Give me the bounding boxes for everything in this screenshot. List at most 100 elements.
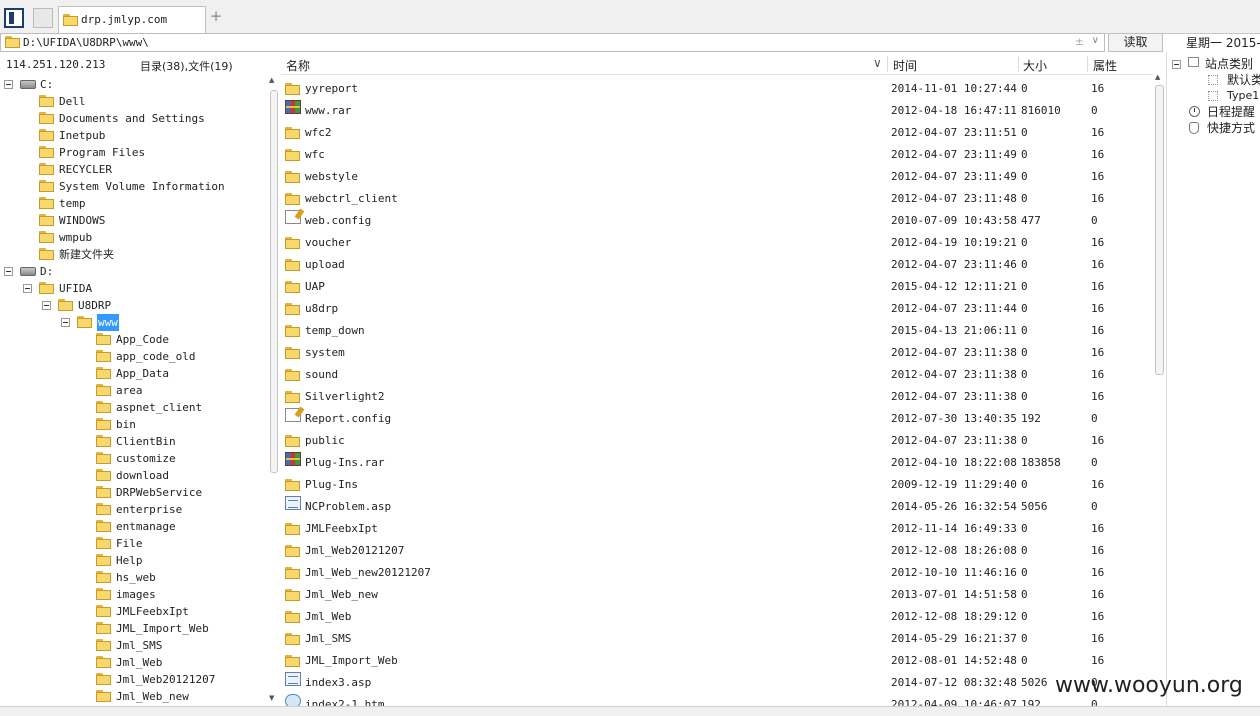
- clock-icon: [1189, 106, 1200, 117]
- table-row[interactable]: webctrl_client 2012-04-07 23:11:48 0 16: [281, 188, 1153, 210]
- cell-name: www.rar: [305, 104, 352, 117]
- scroll-up-icon[interactable]: ▲: [1155, 73, 1160, 81]
- cell-time: 2012-04-10 18:22:08: [891, 456, 1017, 469]
- tree-scrollbar[interactable]: ▲ ▼: [268, 76, 280, 706]
- sort-chevron-icon[interactable]: ∨: [873, 56, 882, 70]
- type1-label: Type1: [1227, 89, 1260, 102]
- rar-icon: [285, 100, 301, 114]
- column-size[interactable]: 大小: [1023, 57, 1047, 74]
- cell-attr: 16: [1091, 390, 1105, 403]
- tree-node-label: C:: [40, 78, 54, 91]
- tab-site[interactable]: drp.jmlyp.com: [58, 6, 206, 33]
- cell-name: Jml_Web_new20121207: [305, 566, 431, 579]
- folder-icon: [285, 391, 301, 403]
- collapse-icon[interactable]: [1172, 60, 1181, 69]
- tree-node-label: temp: [59, 197, 86, 210]
- chevron-down-icon[interactable]: ∨: [1092, 35, 1099, 46]
- folder-icon: [285, 127, 301, 139]
- watermark: www.wooyun.org: [1055, 673, 1243, 698]
- read-button[interactable]: 读取: [1108, 33, 1163, 52]
- table-row[interactable]: Plug-Ins 2009-12-19 11:29:40 0 16: [281, 474, 1153, 496]
- collapse-icon[interactable]: [4, 267, 13, 276]
- table-row[interactable]: Jml_SMS 2014-05-29 16:21:37 0 16: [281, 628, 1153, 650]
- table-row[interactable]: Silverlight2 2012-04-07 23:11:38 0 16: [281, 386, 1153, 408]
- collapse-icon[interactable]: [4, 80, 13, 89]
- calendar-date: 星期一 2015-: [1186, 36, 1260, 50]
- scrollbar-thumb[interactable]: [270, 90, 278, 473]
- table-row[interactable]: web.config 2010-07-09 10:43:58 477 0: [281, 210, 1153, 232]
- tree-node-label: 新建文件夹: [59, 248, 114, 261]
- cell-name: index2-1.htm: [305, 698, 385, 706]
- tree-node-label: Jml_Web20121207: [116, 673, 216, 686]
- table-row[interactable]: voucher 2012-04-19 10:19:21 0 16: [281, 232, 1153, 254]
- category-icon: [1188, 57, 1199, 67]
- cell-attr: 16: [1091, 654, 1105, 667]
- column-attr[interactable]: 属性: [1093, 57, 1117, 74]
- cell-size: 0: [1021, 654, 1028, 667]
- add-tab-button[interactable]: +: [209, 9, 223, 24]
- table-row[interactable]: JML_Import_Web 2012-08-01 14:52:48 0 16: [281, 650, 1153, 672]
- scrollbar-thumb[interactable]: [1155, 85, 1164, 375]
- table-row[interactable]: Plug-Ins.rar 2012-04-10 18:22:08 183858 0: [281, 452, 1153, 474]
- column-time[interactable]: 时间: [893, 57, 917, 74]
- folder-icon: [285, 237, 301, 249]
- cell-size: 0: [1021, 324, 1028, 337]
- cell-time: 2015-04-13 21:06:11: [891, 324, 1017, 337]
- folder-icon: [96, 418, 112, 430]
- address-field[interactable]: D:\UFIDA\U8DRP\www\ ± ∨: [0, 33, 1105, 52]
- table-row[interactable]: wfc2 2012-04-07 23:11:51 0 16: [281, 122, 1153, 144]
- table-row[interactable]: webstyle 2012-04-07 23:11:49 0 16: [281, 166, 1153, 188]
- scroll-down-icon[interactable]: ▼: [269, 694, 274, 702]
- table-row[interactable]: u8drp 2012-04-07 23:11:44 0 16: [281, 298, 1153, 320]
- table-row[interactable]: NCProblem.asp 2014-05-26 16:32:54 5056 0: [281, 496, 1153, 518]
- clear-icon[interactable]: ±: [1075, 35, 1084, 48]
- folder-icon: [96, 350, 112, 362]
- table-row[interactable]: wfc 2012-04-07 23:11:49 0 16: [281, 144, 1153, 166]
- folder-icon: [96, 401, 112, 413]
- cell-time: 2012-04-07 23:11:48: [891, 192, 1017, 205]
- table-row[interactable]: index2-1.htm 2012-04-09 10:46:07 192 0: [281, 694, 1153, 706]
- column-name[interactable]: 名称: [286, 57, 310, 74]
- tree-node-label: JML_Import_Web: [116, 622, 209, 635]
- tree-node-label: area: [116, 384, 143, 397]
- table-row[interactable]: upload 2012-04-07 23:11:46 0 16: [281, 254, 1153, 276]
- server-ip: 114.251.120.213: [6, 58, 106, 71]
- page-icon[interactable]: [33, 8, 53, 28]
- table-row[interactable]: yyreport 2014-11-01 10:27:44 0 16: [281, 78, 1153, 100]
- tree-node-label: customize: [116, 452, 176, 465]
- folder-icon: [285, 435, 301, 447]
- folder-icon: [5, 36, 21, 48]
- folder-icon: [96, 333, 112, 345]
- table-row[interactable]: index3.asp 2014-07-12 08:32:48 5026 0: [281, 672, 1153, 694]
- cell-attr: 0: [1091, 412, 1098, 425]
- table-row[interactable]: sound 2012-04-07 23:11:38 0 16: [281, 364, 1153, 386]
- cell-time: 2013-07-01 14:51:58: [891, 588, 1017, 601]
- folder-icon: [96, 503, 112, 515]
- tree-node-label: aspnet_client: [116, 401, 203, 414]
- table-row[interactable]: system 2012-04-07 23:11:38 0 16: [281, 342, 1153, 364]
- folder-icon: [39, 146, 55, 158]
- collapse-icon[interactable]: [42, 301, 51, 310]
- category-icon: [1208, 91, 1218, 101]
- tree-node-label: bin: [116, 418, 136, 431]
- toggle-panel-icon[interactable]: [4, 8, 24, 28]
- table-row[interactable]: www.rar 2012-04-18 16:47:11 816010 0: [281, 100, 1153, 122]
- folder-icon: [96, 486, 112, 498]
- table-row[interactable]: public 2012-04-07 23:11:38 0 16: [281, 430, 1153, 452]
- table-row[interactable]: Jml_Web_new 2013-07-01 14:51:58 0 16: [281, 584, 1153, 606]
- list-scrollbar[interactable]: ▲: [1153, 73, 1166, 706]
- table-row[interactable]: Jml_Web20121207 2012-12-08 18:26:08 0 16: [281, 540, 1153, 562]
- scroll-up-icon[interactable]: ▲: [269, 76, 274, 84]
- table-row[interactable]: Jml_Web_new20121207 2012-10-10 11:46:16 0 1…: [281, 562, 1153, 584]
- tree-node-label: DRPWebService: [116, 486, 203, 499]
- collapse-icon[interactable]: [23, 284, 32, 293]
- folder-icon: [39, 282, 55, 294]
- table-row[interactable]: JMLFeebxIpt 2012-11-14 16:49:33 0 16: [281, 518, 1153, 540]
- table-row[interactable]: Report.config 2012-07-30 13:40:35 192 0: [281, 408, 1153, 430]
- folder-icon: [285, 259, 301, 271]
- table-row[interactable]: temp_down 2015-04-13 21:06:11 0 16: [281, 320, 1153, 342]
- table-row[interactable]: UAP 2015-04-12 12:11:21 0 16: [281, 276, 1153, 298]
- cell-name: web.config: [305, 214, 372, 227]
- collapse-icon[interactable]: [61, 318, 70, 327]
- table-row[interactable]: Jml_Web 2012-12-08 18:29:12 0 16: [281, 606, 1153, 628]
